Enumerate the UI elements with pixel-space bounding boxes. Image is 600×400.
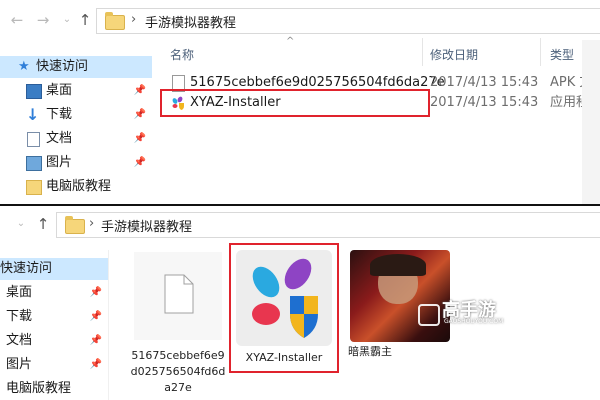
explorer-window-icon-view: ⌄ ↑ › 手游模拟器教程 快速访问 桌面 📌 下载 📌 文档 📌 图片 📌 电… <box>0 206 600 400</box>
sidebar-item-label: 电脑版教程 <box>6 381 72 396</box>
thumbnail-frame <box>134 252 222 340</box>
pane-splitter[interactable] <box>108 250 109 400</box>
file-tile[interactable]: 51675cebbef6e9d025756504fd6da27e <box>130 252 226 400</box>
recent-locations-chevron-icon[interactable]: ⌄ <box>12 214 30 234</box>
sidebar-item-pictures[interactable]: 图片 📌 <box>0 152 152 174</box>
pin-icon[interactable]: 📌 <box>134 80 146 102</box>
star-icon: ★ <box>18 59 30 74</box>
forward-arrow-icon[interactable]: → <box>34 10 52 30</box>
download-arrow-icon: ↓ <box>26 105 40 124</box>
address-bar[interactable]: › 手游模拟器教程 <box>56 212 600 238</box>
up-arrow-icon[interactable]: ↑ <box>76 10 94 30</box>
sidebar-item-quick-access[interactable]: ★ 快速访问 <box>0 56 152 78</box>
pin-icon[interactable]: 📌 <box>134 104 146 126</box>
sidebar-item-label: 快速访问 <box>0 261 53 276</box>
explorer-window-list-view: ← → ⌄ ↑ › 手游模拟器教程 ★ 快速访问 桌面 📌 ↓ 下载 📌 文档 … <box>0 0 600 206</box>
pin-icon[interactable]: 📌 <box>134 152 146 174</box>
file-tile-label: 51675cebbef6e9d025756504fd6da27e <box>130 349 226 394</box>
sidebar-item-pc-tutorial[interactable]: 电脑版教程 <box>0 176 152 198</box>
column-header-name[interactable]: 名称 <box>170 46 194 63</box>
sidebar-item-documents[interactable]: 文档 📌 <box>0 330 108 352</box>
character-hair-shape <box>370 254 426 276</box>
pin-icon[interactable]: 📌 <box>90 282 102 304</box>
folder-icon <box>26 180 42 195</box>
recent-locations-chevron-icon[interactable]: ⌄ <box>58 10 76 30</box>
red-highlight-box <box>160 89 430 117</box>
sort-ascending-icon: ^ <box>286 36 295 47</box>
pin-icon[interactable]: 📌 <box>90 354 102 376</box>
column-divider[interactable] <box>540 38 541 66</box>
sidebar-item-label: 桌面 <box>46 83 73 98</box>
address-bar[interactable]: › 手游模拟器教程 <box>96 8 600 34</box>
sidebar-item-pictures[interactable]: 图片 📌 <box>0 354 108 376</box>
sidebar-item-downloads[interactable]: ↓ 下载 📌 <box>0 104 152 126</box>
folder-icon <box>105 12 125 30</box>
folder-icon <box>65 216 85 234</box>
sidebar-item-quick-access[interactable]: 快速访问 <box>0 258 108 280</box>
pin-icon[interactable]: 📌 <box>90 306 102 328</box>
file-tile-label: 暗黑霸主 <box>348 345 392 358</box>
sidebar-item-label: 桌面 <box>6 285 33 300</box>
watermark-logo: 高手游 GAOSHOUYOU.COM <box>418 296 503 330</box>
sidebar-item-label: 下载 <box>46 107 73 122</box>
breadcrumb-separator-icon: › <box>131 12 137 27</box>
column-header-date[interactable]: 修改日期 <box>430 46 478 63</box>
sidebar-item-desktop[interactable]: 桌面 📌 <box>0 282 108 304</box>
scrollbar-track[interactable] <box>582 40 600 204</box>
file-date: 2017/4/13 15:43 <box>430 75 539 90</box>
pin-icon[interactable]: 📌 <box>134 128 146 150</box>
address-toolbar: ⌄ ↑ › 手游模拟器教程 <box>0 206 600 246</box>
column-header-type[interactable]: 类型 <box>550 46 574 63</box>
breadcrumb-folder[interactable]: 手游模拟器教程 <box>145 12 236 31</box>
desktop-icon <box>26 84 42 99</box>
address-toolbar: ← → ⌄ ↑ › 手游模拟器教程 <box>0 0 600 40</box>
sidebar-item-downloads[interactable]: 下载 📌 <box>0 306 108 328</box>
sidebar-item-documents[interactable]: 文档 📌 <box>0 128 152 150</box>
breadcrumb-separator-icon: › <box>89 216 95 231</box>
sidebar-item-label: 下载 <box>6 309 33 324</box>
watermark-logo-icon <box>418 304 440 326</box>
red-highlight-box <box>229 243 339 373</box>
sidebar-item-desktop[interactable]: 桌面 📌 <box>0 80 152 102</box>
column-divider[interactable] <box>422 38 423 66</box>
sidebar-item-label: 电脑版教程 <box>46 179 112 194</box>
sidebar-item-pc-tutorial[interactable]: 电脑版教程 <box>0 378 108 400</box>
file-date: 2017/4/13 15:43 <box>430 95 539 110</box>
breadcrumb-folder[interactable]: 手游模拟器教程 <box>101 216 192 235</box>
watermark-subtext: GAOSHOUYOU.COM <box>444 318 504 325</box>
sidebar-item-label: 文档 <box>6 333 33 348</box>
sidebar-item-label: 快速访问 <box>36 59 89 74</box>
sidebar-item-label: 文档 <box>46 131 73 146</box>
blank-file-icon <box>164 274 194 314</box>
up-arrow-icon[interactable]: ↑ <box>34 214 52 234</box>
back-arrow-icon[interactable]: ← <box>8 10 26 30</box>
sidebar-item-label: 图片 <box>46 155 73 170</box>
document-icon <box>27 132 40 147</box>
sidebar-item-label: 图片 <box>6 357 33 372</box>
picture-icon <box>26 156 42 171</box>
pin-icon[interactable]: 📌 <box>90 330 102 352</box>
